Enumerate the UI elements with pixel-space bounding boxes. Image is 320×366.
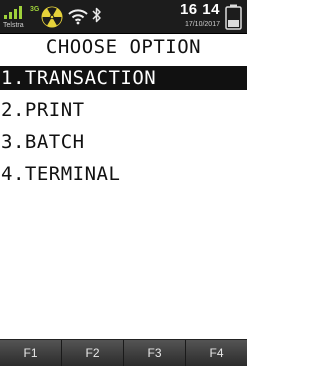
terminal-screen: 3G Telstra 16 14 17/10/2017 CHOOSE OPTIO… xyxy=(0,0,247,366)
menu-item-batch[interactable]: 3.BATCH xyxy=(0,130,247,154)
f4-key[interactable]: F4 xyxy=(185,340,247,366)
menu-item-print[interactable]: 2.PRINT xyxy=(0,98,247,122)
f1-key[interactable]: F1 xyxy=(0,340,61,366)
clock-date: 17/10/2017 xyxy=(184,21,220,28)
clock-time: 16 14 xyxy=(179,1,220,18)
screen-title: CHOOSE OPTION xyxy=(45,36,202,58)
wifi-icon xyxy=(68,9,88,25)
status-bar: 3G Telstra 16 14 17/10/2017 xyxy=(0,0,247,34)
f2-key[interactable]: F2 xyxy=(61,340,123,366)
signal-bars-icon xyxy=(4,6,22,19)
bluetooth-icon xyxy=(92,7,101,23)
menu-item-transaction[interactable]: 1.TRANSACTION xyxy=(0,66,247,90)
menu-item-terminal[interactable]: 4.TERMINAL xyxy=(0,162,247,186)
option-menu: 1.TRANSACTION 2.PRINT 3.BATCH 4.TERMINAL xyxy=(0,66,247,194)
network-type: 3G xyxy=(30,6,40,13)
f3-key[interactable]: F3 xyxy=(123,340,185,366)
carrier-name: Telstra xyxy=(3,22,24,29)
function-key-bar: F1 F2 F3 F4 xyxy=(0,339,247,366)
battery-icon xyxy=(225,4,242,30)
radiation-icon xyxy=(41,6,63,28)
